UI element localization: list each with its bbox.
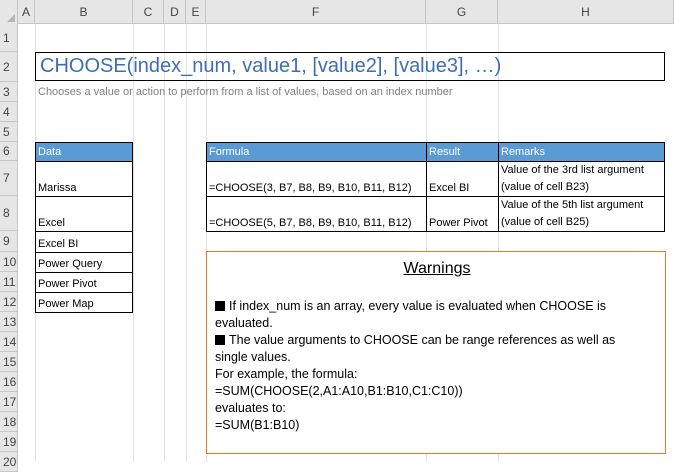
remarks-cell[interactable]: Value of the 3rd list argument (value of… <box>498 161 665 197</box>
remarks-line: (value of cell B23) <box>501 181 590 193</box>
column-header-g[interactable]: G <box>426 0 498 24</box>
function-syntax-title[interactable]: CHOOSE(index_num, value1, [value2], [val… <box>35 52 665 81</box>
row-header-18[interactable]: 18 <box>0 412 18 432</box>
warning-line: =SUM(B1:B10) <box>215 418 300 432</box>
warnings-title: Warnings <box>403 260 471 277</box>
remarks-header[interactable]: Remarks <box>498 142 665 162</box>
row-header-4[interactable]: 4 <box>0 102 18 122</box>
warnings-box[interactable]: Warnings If index_num is an array, every… <box>206 251 666 454</box>
warning-line: If index_num is an array, every value is… <box>215 298 661 315</box>
warning-line: For example, the formula: <box>215 367 358 381</box>
warning-line: evaluated. <box>215 316 273 330</box>
bullet-square-icon <box>215 335 225 345</box>
select-all-button[interactable] <box>0 0 18 24</box>
row-header-7[interactable]: 7 <box>0 161 18 196</box>
column-header-a[interactable]: A <box>18 0 35 24</box>
remarks-line: Value of the 3rd list argument <box>501 164 644 176</box>
column-header-e[interactable]: E <box>186 0 206 24</box>
row-header-1[interactable]: 1 <box>0 24 18 52</box>
warning-line: The value arguments to CHOOSE can be ran… <box>215 332 661 349</box>
bullet-square-icon <box>215 301 225 311</box>
data-header[interactable]: Data <box>35 142 133 162</box>
column-header-h[interactable]: H <box>498 0 674 24</box>
row-header-17[interactable]: 17 <box>0 392 18 412</box>
row-header-14[interactable]: 14 <box>0 332 18 352</box>
formula-cell[interactable]: =CHOOSE(3, B7, B8, B9, B10, B11, B12) <box>206 161 427 197</box>
warnings-body: If index_num is an array, every value is… <box>215 298 661 434</box>
remarks-cell[interactable]: Value of the 5th list argument (value of… <box>498 196 665 232</box>
row-header-6[interactable]: 6 <box>0 142 18 161</box>
column-header-d[interactable]: D <box>164 0 186 24</box>
row-header-2[interactable]: 2 <box>0 52 18 82</box>
data-cell[interactable]: Excel <box>35 196 133 232</box>
row-header-19[interactable]: 19 <box>0 432 18 452</box>
result-header[interactable]: Result <box>426 142 499 162</box>
column-header-bar: A B C D E F G H <box>0 0 674 24</box>
data-cell[interactable]: Power Pivot <box>35 272 133 293</box>
function-description[interactable]: Chooses a value or action to perform fro… <box>38 86 638 100</box>
row-header-5[interactable]: 5 <box>0 122 18 142</box>
row-header-20[interactable]: 20 <box>0 452 18 472</box>
formula-cell[interactable]: =CHOOSE(5, B7, B8, B9, B10, B11, B12) <box>206 196 427 232</box>
row-header-15[interactable]: 15 <box>0 352 18 372</box>
remarks-line: (value of cell B25) <box>501 216 590 228</box>
formula-header[interactable]: Formula <box>206 142 427 162</box>
column-header-f[interactable]: F <box>206 0 426 24</box>
column-header-c[interactable]: C <box>133 0 164 24</box>
data-cell[interactable]: Excel BI <box>35 231 133 253</box>
row-header-9[interactable]: 9 <box>0 231 18 252</box>
row-header-16[interactable]: 16 <box>0 372 18 392</box>
row-header-3[interactable]: 3 <box>0 82 18 102</box>
row-header-10[interactable]: 10 <box>0 252 18 272</box>
warning-line: =SUM(CHOOSE(2,A1:A10,B1:B10,C1:C10)) <box>215 384 463 398</box>
row-header-11[interactable]: 11 <box>0 272 18 292</box>
row-header-13[interactable]: 13 <box>0 312 18 332</box>
row-header-12[interactable]: 12 <box>0 292 18 312</box>
row-header-8[interactable]: 8 <box>0 196 18 231</box>
result-cell[interactable]: Excel BI <box>426 161 499 197</box>
data-cell[interactable]: Marissa <box>35 161 133 197</box>
warning-line: evaluates to: <box>215 401 286 415</box>
column-header-b[interactable]: B <box>35 0 133 24</box>
data-cell[interactable]: Power Query <box>35 252 133 273</box>
remarks-line: Value of the 5th list argument <box>501 199 644 211</box>
data-cell[interactable]: Power Map <box>35 292 133 313</box>
result-cell[interactable]: Power Pivot <box>426 196 499 232</box>
warning-line: single values. <box>215 350 291 364</box>
